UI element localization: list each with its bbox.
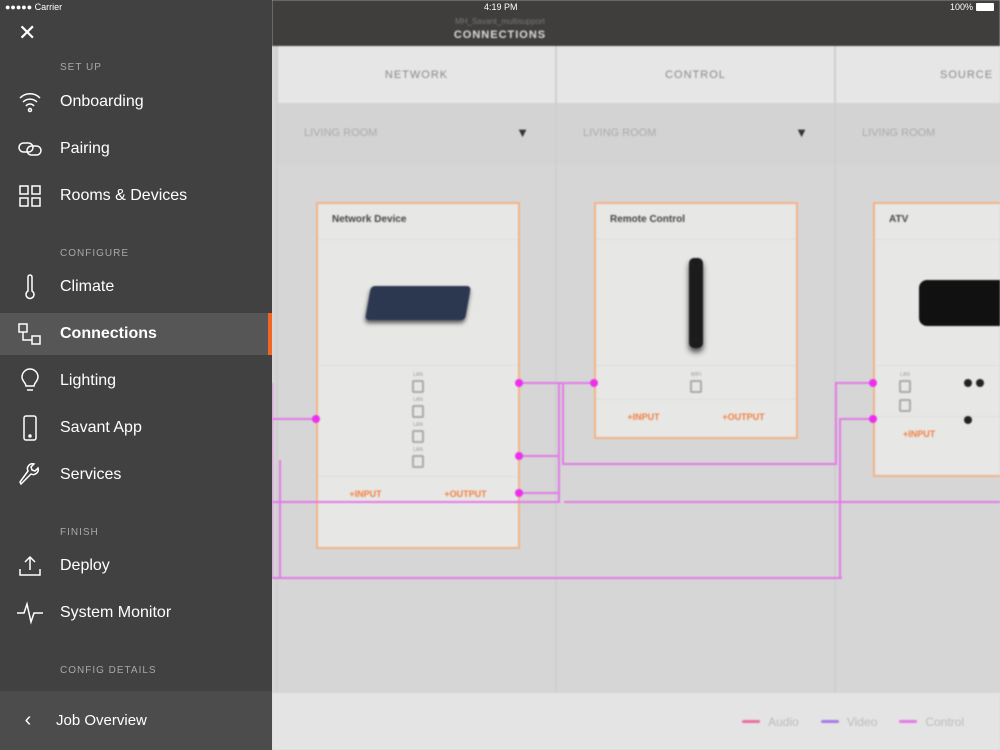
connections-icon xyxy=(0,322,60,346)
sidebar-item-services[interactable]: Services xyxy=(0,454,272,496)
port[interactable]: WIFI xyxy=(596,372,796,393)
battery-percent: 100% xyxy=(949,2,973,12)
lightbulb-icon xyxy=(0,368,60,394)
section-finish: FINISH xyxy=(60,527,99,538)
sidebar-item-deploy[interactable]: Deploy xyxy=(0,545,272,587)
phone-icon xyxy=(0,415,60,441)
port[interactable]: LAN xyxy=(318,422,518,443)
sidebar-item-savant-app[interactable]: Savant App xyxy=(0,407,272,449)
status-bar: ●●●●● Carrier 4:19 PM 100% xyxy=(0,0,1000,15)
sidebar: ✕ SET UP CONFIGURE FINISH CONFIG DETAILS… xyxy=(0,0,272,750)
network-switch-image xyxy=(318,240,518,366)
sidebar-item-rooms-devices[interactable]: Rooms & Devices xyxy=(0,175,272,217)
port[interactable]: LAN xyxy=(318,372,518,393)
pulse-icon xyxy=(0,601,60,625)
sidebar-item-system-monitor[interactable]: System Monitor xyxy=(0,592,272,634)
sidebar-item-onboarding[interactable]: Onboarding xyxy=(0,81,272,123)
device-card-network[interactable]: Network Device LAN LAN LAN LAN +INPUT +OU… xyxy=(316,202,520,549)
legend-control: Control xyxy=(899,715,964,729)
legend: Audio Video Control xyxy=(272,693,1000,750)
device-card-remote[interactable]: Remote Control WIFI +INPUT +OUTPUT xyxy=(594,202,798,439)
section-setup: SET UP xyxy=(60,62,102,73)
page-title: CONNECTIONS xyxy=(453,29,547,41)
section-configure: CONFIGURE xyxy=(60,248,129,259)
upload-icon xyxy=(0,554,60,578)
port[interactable]: LAN xyxy=(318,447,518,468)
add-input-button[interactable]: +INPUT xyxy=(903,429,935,439)
apple-tv-image xyxy=(875,240,1000,366)
clock: 4:19 PM xyxy=(484,2,518,12)
section-config-details: CONFIG DETAILS xyxy=(60,665,157,676)
dropdown-arrow-icon: ▼ xyxy=(516,125,529,140)
device-card-atv[interactable]: ATV LAN +INPUT xyxy=(873,202,1000,477)
battery-icon xyxy=(976,3,994,11)
legend-video: Video xyxy=(820,715,877,729)
thermometer-icon xyxy=(0,274,60,300)
add-output-button[interactable]: +OUTPUT xyxy=(722,412,764,422)
chevron-left-icon: ‹ xyxy=(24,709,32,731)
sidebar-item-climate[interactable]: Climate xyxy=(0,266,272,308)
header-subtitle: MH_Savant_multisupport xyxy=(455,17,545,26)
port[interactable]: LAN xyxy=(318,397,518,418)
room-dropdown[interactable]: LIVING ROOM xyxy=(836,103,1000,165)
add-output-button[interactable]: +OUTPUT xyxy=(444,489,486,499)
link-icon xyxy=(0,139,60,159)
wifi-icon xyxy=(0,90,60,114)
wrench-icon xyxy=(0,463,60,487)
legend-audio: Audio xyxy=(742,715,799,729)
dropdown-arrow-icon: ▼ xyxy=(795,125,808,140)
add-input-button[interactable]: +INPUT xyxy=(349,489,381,499)
close-icon[interactable]: ✕ xyxy=(18,20,36,46)
room-dropdown[interactable]: LIVING ROOM ▼ xyxy=(557,103,834,165)
port[interactable] xyxy=(875,397,935,412)
job-overview-button[interactable]: ‹ Job Overview xyxy=(0,691,272,750)
port[interactable]: LAN xyxy=(875,372,935,393)
sidebar-item-lighting[interactable]: Lighting xyxy=(0,360,272,402)
sidebar-item-pairing[interactable]: Pairing xyxy=(0,128,272,170)
carrier: ●●●●● Carrier xyxy=(5,2,63,12)
connections-canvas: MH_Savant_multisupport CONNECTIONS NETWO… xyxy=(272,0,1000,750)
add-input-button[interactable]: +INPUT xyxy=(627,412,659,422)
room-dropdown[interactable]: LIVING ROOM ▼ xyxy=(278,103,555,165)
grid-icon xyxy=(0,184,60,208)
remote-image xyxy=(596,240,796,366)
sidebar-item-connections[interactable]: Connections xyxy=(0,313,272,355)
